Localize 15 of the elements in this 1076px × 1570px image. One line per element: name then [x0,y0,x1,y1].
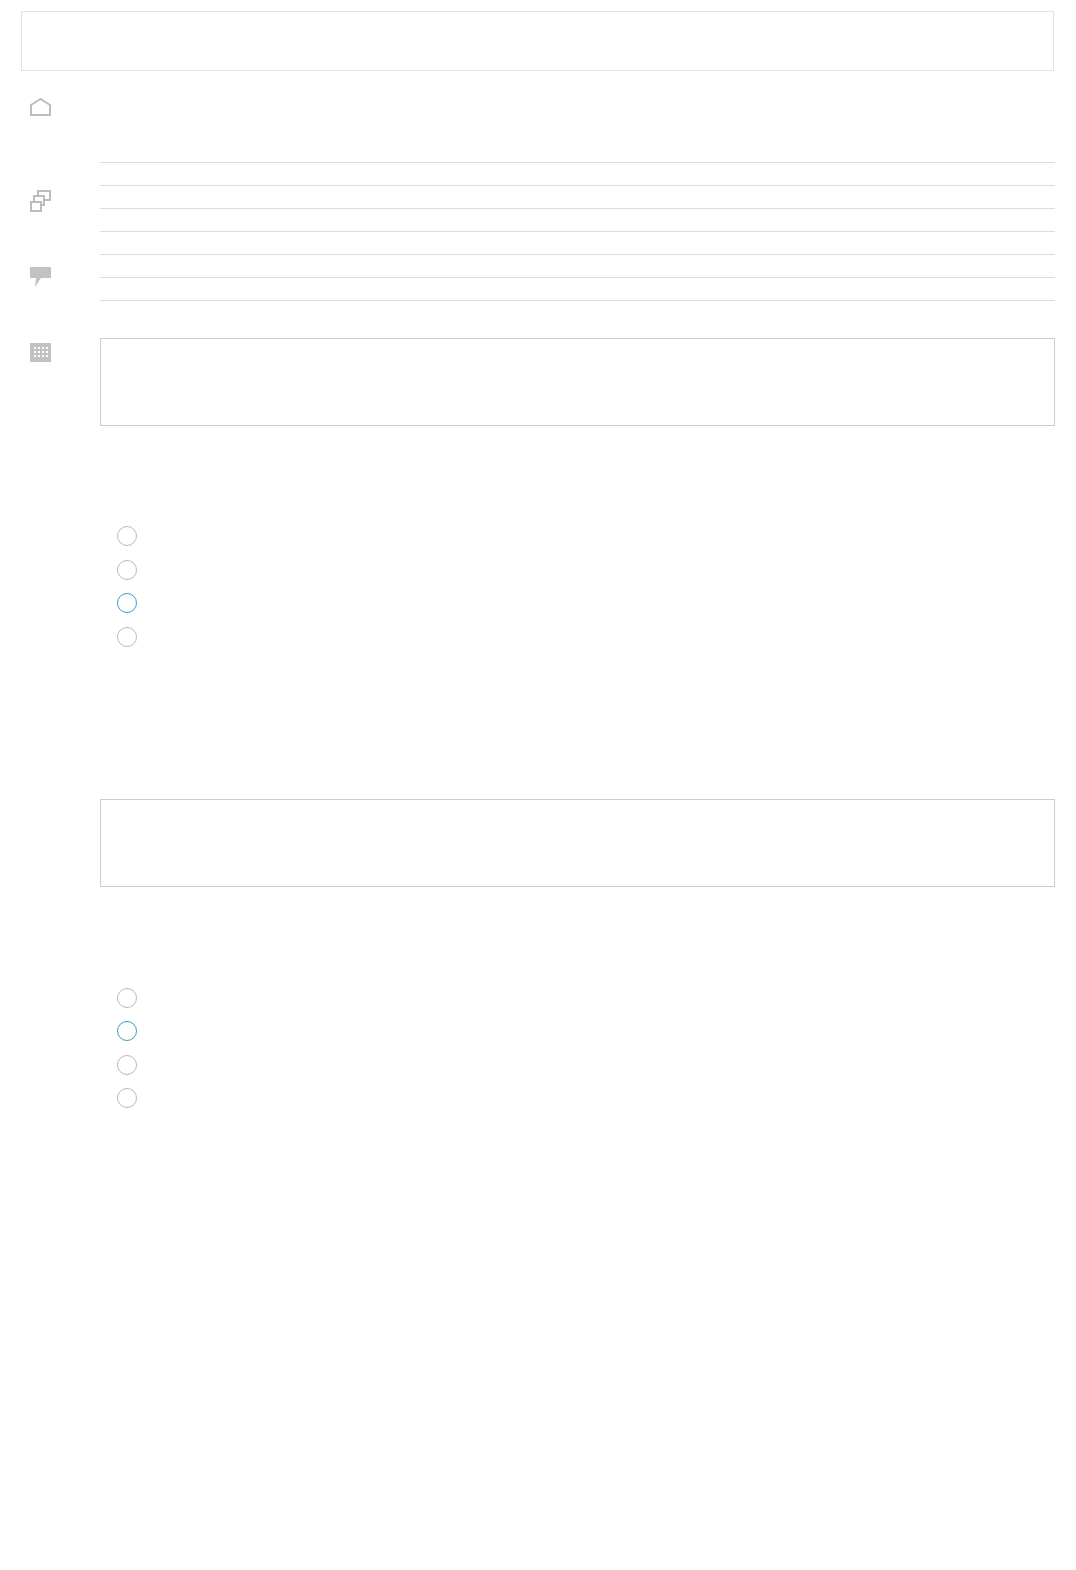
text-area[interactable] [100,798,1055,887]
windows-icon [30,190,51,212]
radio-button[interactable] [117,1021,137,1041]
text-area[interactable] [100,338,1055,426]
radio-button[interactable] [117,987,137,1008]
radio-button[interactable] [117,1088,137,1108]
home-icon [30,98,51,116]
comment-icon [30,267,51,287]
radio-button[interactable] [117,526,137,546]
input-field[interactable] [21,11,1054,71]
radio-button[interactable] [117,626,137,647]
radio-button[interactable] [117,1054,137,1075]
radio-button[interactable] [117,593,137,613]
radio-button[interactable] [117,559,137,580]
calendar-icon [30,342,51,362]
